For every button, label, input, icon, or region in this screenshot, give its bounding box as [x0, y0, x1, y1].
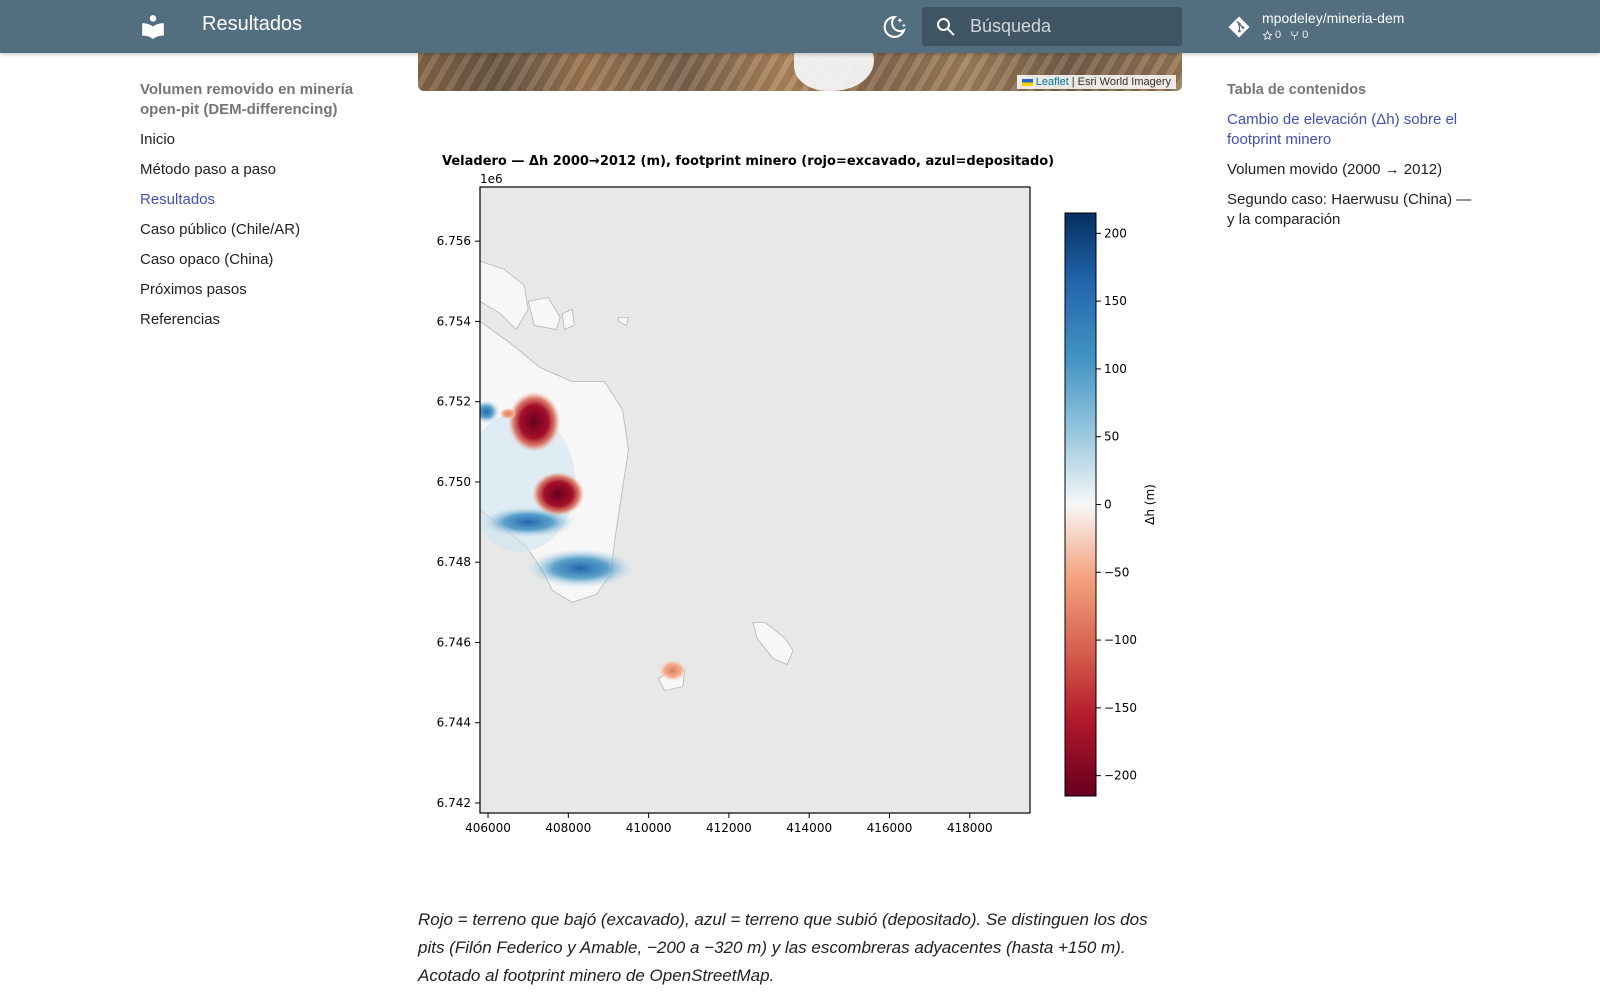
repo-forks-count: 0: [1302, 29, 1309, 41]
x-tick-label: 418000: [947, 821, 993, 835]
git-icon: [1228, 16, 1250, 38]
dh-small-blue: [480, 399, 501, 424]
fork-icon: [1291, 30, 1298, 40]
repo-link[interactable]: mpodeley/mineria-dem 0 0: [1227, 8, 1527, 46]
toc-item[interactable]: Cambio de elevación (Δh) sobre el footpr…: [1227, 110, 1477, 150]
nav-item[interactable]: Inicio: [140, 130, 380, 150]
nav-item[interactable]: Resultados: [140, 190, 380, 210]
chart-title: Veladero — Δh 2000→2012 (m), footprint m…: [442, 154, 1055, 169]
y-offset-label: 1e6: [480, 172, 503, 186]
toc-item[interactable]: Volumen movido (2000 → 2012): [1227, 160, 1477, 180]
colorbar-tick-label: 150: [1104, 294, 1127, 308]
y-tick-label: 6.750: [437, 475, 471, 489]
top-bar: Resultados mpodeley/mineria-dem 0 0: [0, 0, 1600, 53]
leaflet-link[interactable]: Leaflet: [1036, 76, 1069, 88]
nav-item[interactable]: Referencias: [140, 310, 380, 330]
x-tick-label: 414000: [786, 821, 832, 835]
toc-item[interactable]: Segundo caso: Haerwusu (China) — y la co…: [1227, 190, 1477, 230]
dh-escombrera-norte: [525, 548, 636, 589]
dh-heatmap-chart: 406000 408000 410000 412000 414000 416000 4180…: [437, 186, 1157, 835]
repo-forks: 0: [1289, 29, 1308, 41]
y-tick-label: 6.756: [437, 234, 471, 248]
x-tick-label: 412000: [706, 821, 752, 835]
y-tick-label: 6.754: [437, 314, 471, 328]
page-title: Resultados: [202, 13, 303, 35]
y-tick-label: 6.752: [437, 395, 471, 409]
colorbar-tick-label: −200: [1104, 769, 1137, 783]
colorbar-tick-label: 100: [1104, 362, 1127, 376]
x-tick-label: 408000: [545, 821, 591, 835]
colorbar: [1064, 212, 1097, 797]
repo-name: mpodeley/mineria-dem: [1262, 10, 1405, 26]
toc-title: Tabla de contenidos: [1227, 82, 1367, 98]
book-icon[interactable]: [140, 13, 166, 39]
colorbar-tick-label: 50: [1104, 430, 1119, 444]
y-tick-label: 6.744: [437, 716, 471, 730]
y-tick-label: 6.742: [437, 796, 471, 810]
x-tick-label: 406000: [465, 821, 511, 835]
search-box[interactable]: [922, 7, 1182, 46]
dh-pit-filon-federico: [508, 391, 561, 452]
colorbar-tick-label: 200: [1104, 226, 1127, 240]
colorbar-tick-label: 0: [1104, 498, 1112, 512]
colorbar-label: Δh (m): [1143, 484, 1157, 525]
dh-pit-amable: [532, 471, 585, 516]
dh-figure: 406000 408000 410000 412000 414000 416000 4180…: [418, 150, 1178, 850]
repo-facts: 0 0: [1262, 29, 1308, 41]
search-input[interactable]: [970, 7, 1170, 46]
map-attribution: Leaflet | Esri World Imagery: [1016, 75, 1176, 89]
x-tick-label: 410000: [626, 821, 672, 835]
nav-item[interactable]: Caso público (Chile/AR): [140, 220, 380, 240]
nav-item[interactable]: Caso opaco (China): [140, 250, 380, 270]
search-icon[interactable]: [934, 15, 958, 39]
footprint-polygon: [561, 308, 575, 331]
esri-attribution: | Esri World Imagery: [1071, 76, 1171, 88]
site-title[interactable]: Volumen removido en minería open-pit (DE…: [140, 80, 380, 120]
dh-deposito-pequeno-sur: [658, 659, 687, 682]
colorbar-tick-label: −50: [1104, 565, 1129, 579]
colorbar-tick-label: −100: [1104, 633, 1137, 647]
x-tick-label: 416000: [867, 821, 913, 835]
dh-small-red: [499, 407, 518, 420]
theme-toggle-icon[interactable]: [880, 13, 908, 41]
nav-item[interactable]: Método paso a paso: [140, 160, 380, 180]
ukraine-flag-icon: [1021, 78, 1033, 86]
nav-item[interactable]: Próximos pasos: [140, 280, 380, 300]
satellite-map[interactable]: Leaflet | Esri World Imagery: [418, 53, 1182, 91]
repo-stars-count: 0: [1275, 29, 1282, 41]
star-icon: [1262, 29, 1273, 40]
left-navigation: Volumen removido en minería open-pit (DE…: [140, 80, 380, 340]
table-of-contents: Tabla de contenidos Cambio de elevación …: [1227, 80, 1477, 240]
y-tick-label: 6.748: [437, 555, 471, 569]
y-tick-label: 6.746: [437, 635, 471, 649]
colorbar-tick-label: −150: [1104, 701, 1137, 715]
repo-stars: 0: [1262, 29, 1281, 41]
figure-caption: Rojo = terreno que bajó (excavado), azul…: [418, 910, 1148, 985]
